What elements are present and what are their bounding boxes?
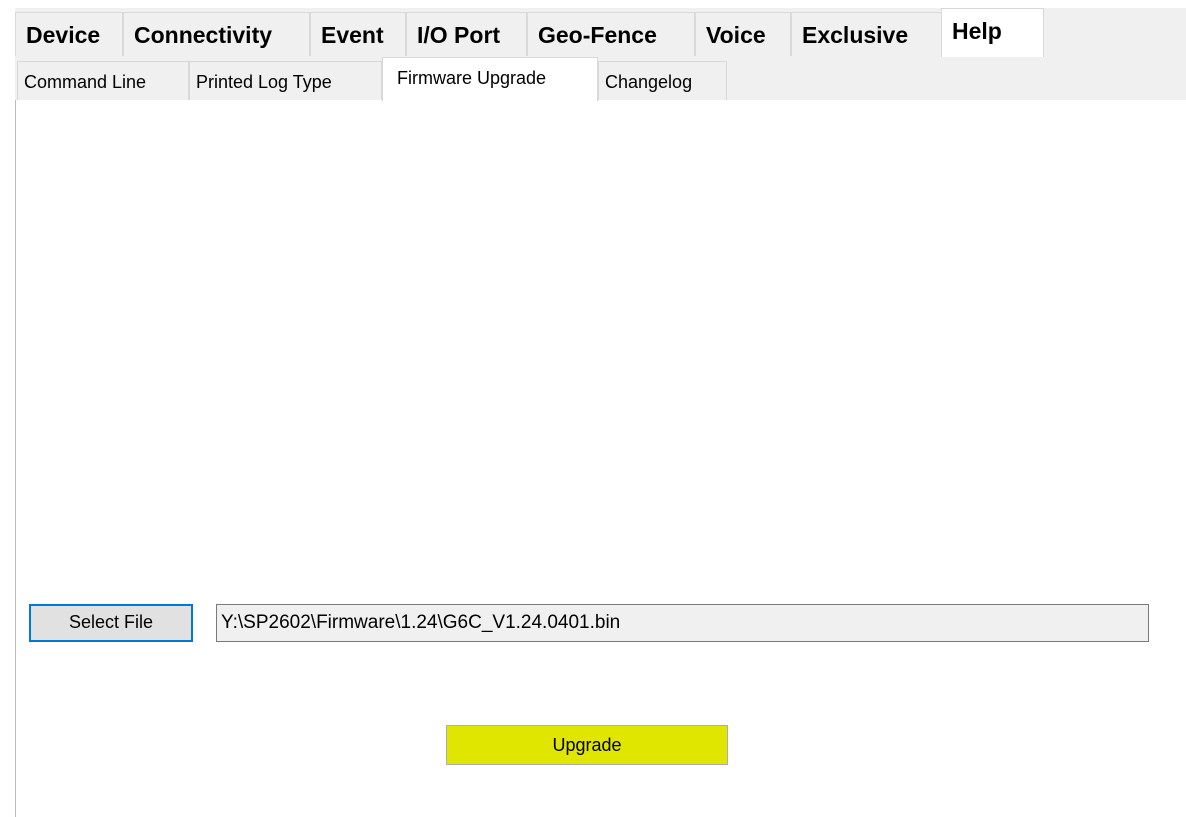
select-file-button[interactable]: Select File [29,604,193,642]
tab-connectivity[interactable]: Connectivity [123,12,310,56]
tab-voice[interactable]: Voice [695,12,791,56]
help-sub-tab-bar: Command Line Printed Log Type Firmware U… [15,56,1186,101]
tab-geo-fence[interactable]: Geo-Fence [527,12,695,56]
firmware-upgrade-panel: Select File Y:\SP2602\Firmware\1.24\G6C_… [15,100,1186,817]
tab-exclusive[interactable]: Exclusive [791,12,943,56]
file-path-field[interactable]: Y:\SP2602\Firmware\1.24\G6C_V1.24.0401.b… [216,604,1149,642]
tab-event[interactable]: Event [310,12,406,56]
tab-help[interactable]: Help [941,8,1044,57]
tab-changelog[interactable]: Changelog [598,61,727,100]
upgrade-button[interactable]: Upgrade [446,725,728,765]
main-tab-bar: Device Connectivity Event I/O Port Geo-F… [15,8,1186,57]
tab-printed-log-type[interactable]: Printed Log Type [189,61,382,100]
tab-firmware-upgrade[interactable]: Firmware Upgrade [382,57,598,101]
tab-io-port[interactable]: I/O Port [406,12,527,56]
tab-device[interactable]: Device [15,12,123,56]
tab-command-line[interactable]: Command Line [17,61,189,100]
